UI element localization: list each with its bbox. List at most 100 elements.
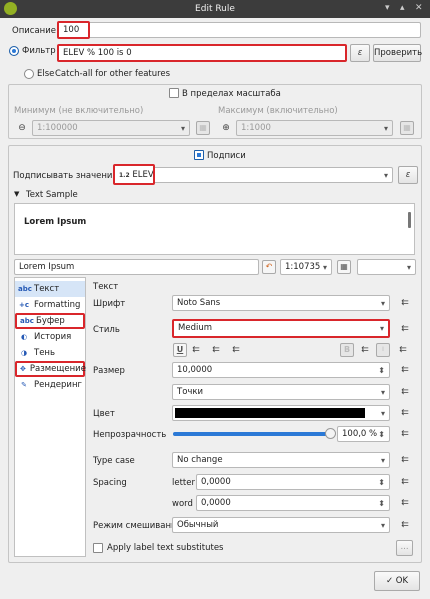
current-scale-max-icon: ▦ [400,121,414,135]
font-combo[interactable]: Noto Sans ▾ [172,295,390,311]
substitutes-checkbox[interactable] [93,543,103,553]
strikethrough-icon[interactable]: ⇇ [209,343,223,357]
scale-group-title: В пределах масштаба [182,89,281,99]
preview-scale-icon[interactable]: ▦ [337,260,351,274]
data-defined-override-icon[interactable]: ⇇ [229,343,243,357]
scale-max-label: Максимум (включительно) [218,106,338,116]
placement-icon: ✥ [20,365,26,373]
label-settings-list: abc Текст +c Formatting abc Буфер ◐ История … [14,277,86,557]
type-case-combo[interactable]: No change ▾ [172,452,390,468]
color-button[interactable]: ▾ [172,405,390,421]
labels-checkbox[interactable] [194,150,204,160]
current-scale-min-icon: ▦ [196,121,210,135]
data-defined-override-icon[interactable]: ⇇ [397,406,413,420]
background-icon: ◐ [20,333,28,341]
rendering-icon: ✎ [21,381,27,389]
opacity-spinbox[interactable]: 100,0 % ⬍ [337,426,390,442]
minimize-button[interactable]: ▾ [385,3,390,13]
spacing-label: Spacing [93,478,127,488]
bold-button: B [340,343,354,357]
letter-spacing-label: letter [172,478,195,488]
scale-checkbox[interactable] [169,88,179,98]
word-spacing-label: word [172,499,193,509]
scale-min-combo: 1:100000 ▾ [32,120,190,136]
sidebar-item-shadow[interactable]: ◑ Тень [15,345,85,361]
data-defined-override-icon: ⇇ [399,345,407,355]
substitutes-more-button[interactable]: ... [396,540,413,556]
filter-label: Фильтр [22,46,56,56]
color-label: Цвет [93,409,115,419]
text-sample-collapse-icon[interactable]: ▼ [14,190,19,198]
reset-sample-icon[interactable]: ↶ [262,260,276,274]
description-label: Описание [12,26,56,36]
else-description: Catch-all for other features [55,69,171,79]
test-filter-button[interactable]: Проверить [373,44,422,62]
preview-scrollbar[interactable] [408,212,411,228]
sidebar-item-formatting[interactable]: +c Formatting [15,297,85,313]
data-defined-override-icon[interactable]: ⇇ [397,518,413,532]
sidebar-item-buffer[interactable]: abc Буфер [15,313,85,329]
text-section-heading: Текст [93,282,119,292]
sidebar-item-label: Formatting [34,300,81,310]
blend-mode-combo[interactable]: Обычный ▾ [172,517,390,533]
data-defined-override-icon[interactable]: ⇇ [397,427,413,441]
size-unit-combo[interactable]: Точки ▾ [172,384,390,400]
label-field-combo[interactable]: ▾ [113,167,393,183]
size-spinbox[interactable]: 10,0000 ⬍ [172,362,390,378]
data-defined-override-icon[interactable]: ⇇ [397,496,413,510]
data-defined-override-icon: ⇇ [361,345,369,355]
text-sample-title: Text Sample [26,190,78,200]
color-swatch [175,408,365,418]
data-defined-override-icon[interactable]: ⇇ [397,453,413,467]
label-field-value[interactable]: 1.2 ELEV [113,164,155,185]
zoom-in-icon: ⊕ [222,123,230,133]
else-radio[interactable] [24,69,34,79]
opacity-label: Непрозрачность [93,430,167,440]
underline-button[interactable]: U [173,343,187,357]
data-defined-override-icon[interactable]: ⇇ [397,475,413,489]
data-defined-override-icon[interactable]: ⇇ [397,322,413,336]
else-label: Else [37,69,55,79]
data-defined-override-icon[interactable]: ⇇ [397,296,413,310]
sidebar-item-label: Размещение [29,364,86,374]
expression-builder-button[interactable]: ε [350,44,370,62]
field-type-badge: 1.2 [119,172,130,179]
sidebar-item-rendering[interactable]: ✎ Рендеринг [15,377,85,393]
label-expression-button[interactable]: ε [398,166,418,184]
data-defined-override-icon[interactable]: ⇇ [189,343,203,357]
preview-scale-combo[interactable]: 1:10735 ▾ [280,259,332,275]
font-label: Шрифт [93,299,126,309]
ok-button[interactable]: ✓ OK [374,571,420,591]
close-button[interactable]: ✕ [415,3,423,13]
abc-buffer-icon: abc [20,317,34,325]
substitutes-label: Apply label text substitutes [107,543,224,553]
filter-radio[interactable] [9,46,19,56]
description-value[interactable]: 100 [57,21,90,39]
data-defined-override-icon[interactable]: ⇇ [397,363,413,377]
opacity-slider-fill [173,432,331,436]
zoom-out-icon: ⊖ [18,123,26,133]
scale-max-combo: 1:1000 ▾ [236,120,393,136]
size-label: Размер [93,366,125,376]
data-defined-override-icon[interactable]: ⇇ [397,385,413,399]
filter-expression-input[interactable]: ELEV % 100 is 0 [57,44,347,62]
blend-mode-label: Режим смешивания [93,521,182,531]
description-input[interactable] [57,22,421,38]
type-case-label: Type case [93,456,135,466]
word-spacing-spinbox[interactable]: 0,0000 ⬍ [196,495,390,511]
sidebar-item-placement[interactable]: ✥ Размещение [15,361,86,377]
sidebar-item-label: Буфер [36,316,65,326]
letter-spacing-spinbox[interactable]: 0,0000 ⬍ [196,474,390,490]
sample-text-input[interactable]: Lorem Ipsum [14,259,259,275]
opacity-slider[interactable] [173,428,336,439]
sidebar-item-text[interactable]: abc Текст [15,281,85,297]
scale-min-label: Минимум (не включительно) [14,106,144,116]
sidebar-item-background[interactable]: ◐ История [15,329,85,345]
sidebar-item-label: Тень [34,348,55,358]
opacity-slider-handle[interactable] [325,428,336,439]
style-label: Стиль [93,325,120,335]
maximize-button[interactable]: ▴ [400,3,405,13]
preview-background-color[interactable]: ▾ [357,259,416,275]
style-combo[interactable]: Medium ▾ [172,319,390,338]
formatting-icon: +c [18,301,29,309]
